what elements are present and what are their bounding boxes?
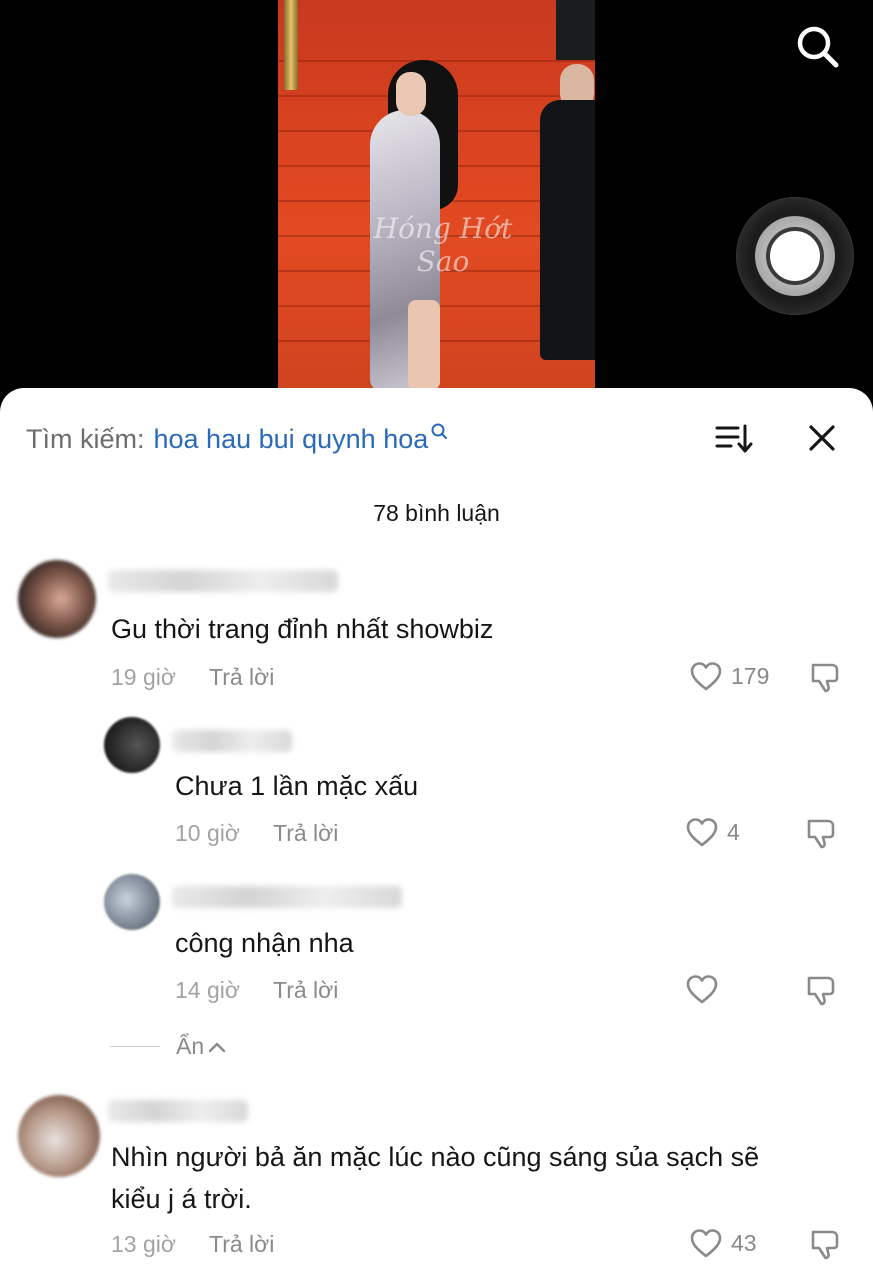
- heart-icon: [690, 1229, 722, 1258]
- video-player[interactable]: Hóng Hớt Sao: [0, 0, 873, 400]
- like-count: 43: [731, 1229, 757, 1256]
- comment-time: 13 giờ: [111, 1231, 176, 1257]
- comment-item: Nhìn người bả ăn mặc lúc nào cũng sáng s…: [0, 388, 873, 1280]
- woman-figure-leg: [408, 300, 440, 390]
- comment-text-line-1: Nhìn người bả ăn mặc lúc nào cũng sáng s…: [111, 1142, 760, 1172]
- reply-button[interactable]: Trả lời: [209, 1231, 274, 1258]
- search-icon[interactable]: [794, 24, 840, 70]
- comment-text-line-2: kiểu j á trời.: [111, 1184, 252, 1214]
- dislike-icon[interactable]: [808, 1227, 842, 1261]
- video-watermark: Hóng Hớt Sao: [373, 212, 513, 278]
- video-frame[interactable]: Hóng Hớt Sao: [278, 0, 595, 390]
- assistive-touch-core: [766, 227, 824, 285]
- man-figure-suit: [540, 100, 595, 360]
- like-button[interactable]: 43: [689, 1227, 757, 1259]
- username-blurred[interactable]: [108, 1100, 248, 1122]
- avatar[interactable]: [18, 1095, 100, 1177]
- comment-sheet: Tìm kiếm: hoa hau bui quynh hoa 78 bình …: [0, 388, 873, 1280]
- assistive-touch-button[interactable]: [736, 197, 854, 315]
- stanchion-post: [284, 0, 298, 90]
- man-figure-background: [556, 0, 595, 60]
- woman-figure-face: [396, 72, 426, 116]
